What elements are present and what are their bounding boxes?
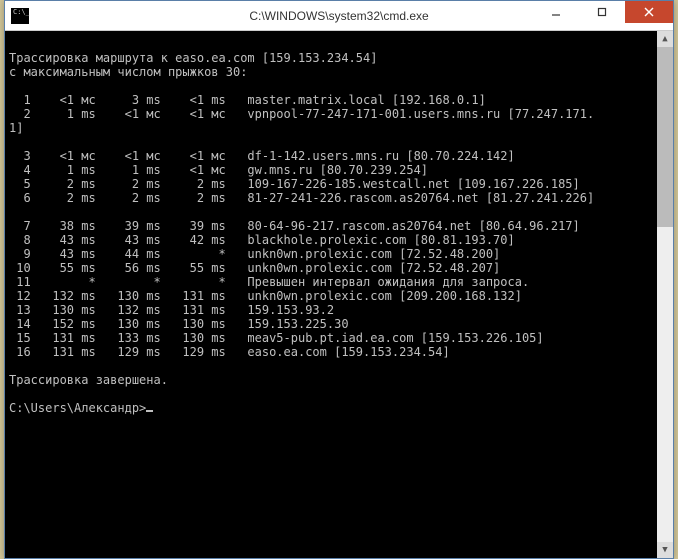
scroll-down-arrow-icon[interactable]: ▼ [657,542,673,558]
vertical-scrollbar[interactable]: ▲ ▼ [657,31,673,558]
minimize-button[interactable] [533,1,579,23]
scroll-up-arrow-icon[interactable]: ▲ [657,31,673,47]
maximize-button[interactable] [579,1,625,23]
window-controls [533,1,673,23]
terminal-output[interactable]: Трассировка маршрута к easo.ea.com [159.… [5,31,673,558]
close-icon [644,7,654,17]
window-title: C:\WINDOWS\system32\cmd.exe [249,9,428,23]
scroll-thumb[interactable] [657,47,673,227]
titlebar[interactable]: C:\WINDOWS\system32\cmd.exe [5,1,673,31]
maximize-icon [597,7,607,17]
cmd-window: C:\WINDOWS\system32\cmd.exe Трассировка … [4,0,674,559]
minimize-icon [551,7,561,17]
cmd-icon [11,8,29,24]
close-button[interactable] [625,1,673,23]
